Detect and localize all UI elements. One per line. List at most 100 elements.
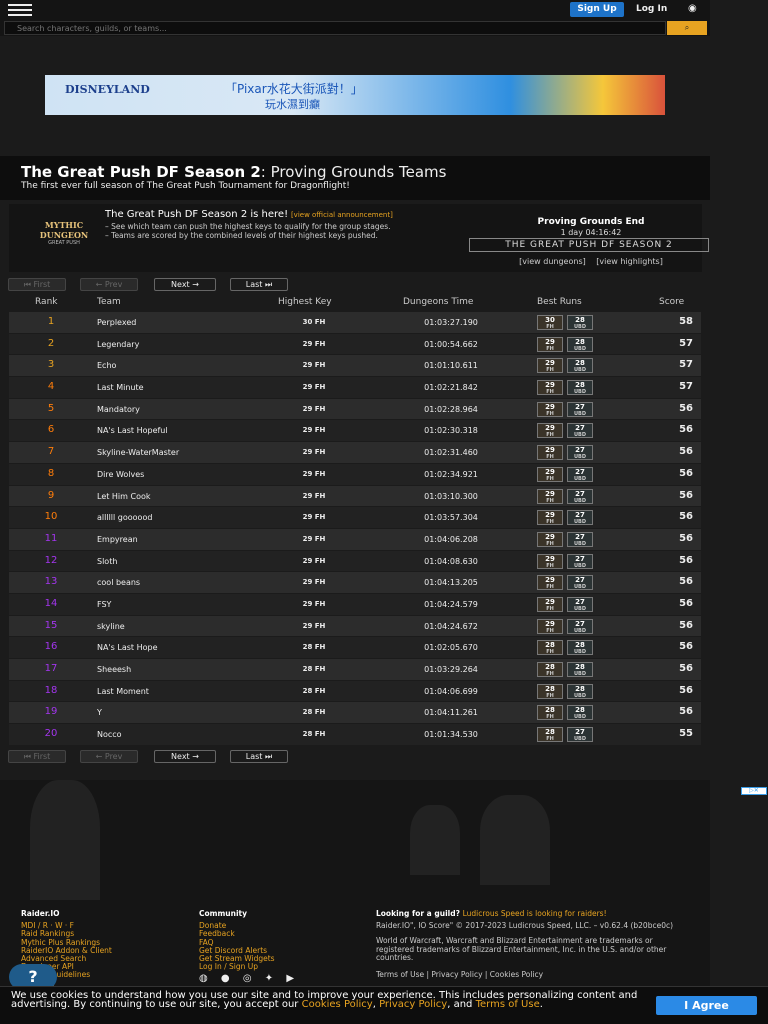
- table-row[interactable]: 14 FSY 29 FH 01:04:24.579 29 FH 27 UBD 56: [9, 593, 701, 616]
- table-row[interactable]: 17 Sheeesh 28 FH 01:03:29.264 28 FH 28 UBD 56: [9, 659, 701, 681]
- best-run-badge[interactable]: 28 UBD: [567, 662, 593, 677]
- best-run-badge[interactable]: 28 UBD: [567, 358, 593, 374]
- prev-page-button[interactable]: ← Prev: [80, 278, 138, 291]
- privacy-policy-link[interactable]: Privacy Policy: [379, 999, 447, 1010]
- row-team-link[interactable]: Last Moment: [97, 687, 149, 696]
- row-team-link[interactable]: skyline: [97, 622, 125, 631]
- table-row[interactable]: 18 Last Moment 28 FH 01:04:06.699 28 FH 28 UBD 5…: [9, 680, 701, 703]
- table-row[interactable]: 20 Nocco 28 FH 01:01:34.530 28 FH 27 UBD 55: [9, 724, 701, 746]
- great-push-season-button[interactable]: THE GREAT PUSH DF SEASON 2: [469, 238, 709, 252]
- cookies-policy-link[interactable]: Cookies Policy: [302, 999, 373, 1010]
- twitter-icon[interactable]: ✦: [265, 973, 273, 984]
- best-run-badge[interactable]: 27 UBD: [567, 596, 593, 612]
- best-run-badge[interactable]: 29 FH: [537, 336, 563, 352]
- legal-links[interactable]: Terms of Use | Privacy Policy | Cookies …: [376, 970, 681, 979]
- first-page-button[interactable]: ⏮ First: [8, 750, 66, 763]
- instagram-icon[interactable]: ◎: [243, 973, 252, 984]
- table-row[interactable]: 8 Dire Wolves 29 FH 01:02:34.921 29 FH 27 UBD 56: [9, 463, 701, 486]
- row-team-link[interactable]: Skyline-WaterMaster: [97, 448, 179, 457]
- best-run-badge[interactable]: 27 UBD: [567, 553, 593, 569]
- table-row[interactable]: 3 Echo 29 FH 01:01:10.611 29 FH 28 UBD 57: [9, 355, 701, 378]
- best-run-badge[interactable]: 27 UBD: [567, 531, 593, 547]
- terms-of-use-link[interactable]: Terms of Use: [476, 999, 540, 1010]
- agree-button[interactable]: I Agree: [656, 996, 757, 1015]
- table-row[interactable]: 4 Last Minute 29 FH 01:02:21.842 29 FH 28 UBD 57: [9, 377, 701, 399]
- next-page-button[interactable]: Next →: [154, 750, 216, 763]
- best-run-badge[interactable]: 27 UBD: [567, 510, 593, 526]
- search-input[interactable]: [4, 21, 666, 35]
- best-run-badge[interactable]: 29 FH: [537, 553, 563, 569]
- row-team-link[interactable]: Perplexed: [97, 318, 136, 327]
- best-run-badge[interactable]: 29 FH: [537, 488, 563, 504]
- best-run-badge[interactable]: 28 UBD: [567, 705, 593, 721]
- facebook-icon[interactable]: ●: [221, 973, 230, 984]
- best-run-badge[interactable]: 27 UBD: [567, 575, 593, 591]
- table-row[interactable]: 11 Empyrean 29 FH 01:04:06.208 29 FH 27 UBD 56: [9, 528, 701, 551]
- best-run-badge[interactable]: 28 FH: [537, 727, 563, 743]
- best-run-badge[interactable]: 27 UBD: [567, 445, 593, 461]
- best-run-badge[interactable]: 28 UBD: [567, 683, 593, 699]
- row-team-link[interactable]: cool beans: [97, 578, 140, 587]
- best-run-badge[interactable]: 29 FH: [537, 618, 563, 634]
- best-run-badge[interactable]: 27 UBD: [567, 488, 593, 504]
- view-highlights-link[interactable]: [view highlights]: [596, 257, 663, 266]
- globe-icon[interactable]: ◉: [688, 3, 697, 14]
- row-team-link[interactable]: Y: [97, 708, 102, 717]
- row-team-link[interactable]: Legendary: [97, 340, 139, 349]
- table-row[interactable]: 5 Mandatory 29 FH 01:02:28.964 29 FH 27 UBD 56: [9, 398, 701, 421]
- next-page-button[interactable]: Next →: [154, 278, 216, 291]
- best-run-badge[interactable]: 28 UBD: [567, 315, 593, 330]
- best-run-badge[interactable]: 28 UBD: [567, 640, 593, 656]
- table-row[interactable]: 13 cool beans 29 FH 01:04:13.205 29 FH 27 UBD 56: [9, 572, 701, 594]
- table-row[interactable]: 12 Sloth 29 FH 01:04:08.630 29 FH 27 UBD 56: [9, 550, 701, 573]
- row-team-link[interactable]: Sheeesh: [97, 665, 131, 674]
- guild-recruit-link[interactable]: Ludicrous Speed is looking for raiders!: [463, 909, 607, 918]
- last-page-button[interactable]: Last ⏭: [230, 750, 288, 763]
- row-team-link[interactable]: Dire Wolves: [97, 470, 144, 479]
- best-run-badge[interactable]: 29 FH: [537, 596, 563, 612]
- best-run-badge[interactable]: 29 FH: [537, 423, 563, 439]
- table-row[interactable]: 2 Legendary 29 FH 01:00:54.662 29 FH 28 UBD 57: [9, 333, 701, 356]
- table-row[interactable]: 10 allllll goooood 29 FH 01:03:57.304 29 FH 27…: [9, 507, 701, 529]
- row-team-link[interactable]: NA's Last Hopeful: [97, 426, 168, 435]
- best-run-badge[interactable]: 29 FH: [537, 445, 563, 461]
- footer-link[interactable]: Feedback: [199, 930, 359, 938]
- log-in-link[interactable]: Log In: [636, 4, 667, 14]
- prev-page-button[interactable]: ← Prev: [80, 750, 138, 763]
- discord-icon[interactable]: ◍: [199, 973, 208, 984]
- table-row[interactable]: 16 NA's Last Hope 28 FH 01:02:05.670 28 FH 28 U…: [9, 637, 701, 659]
- best-run-badge[interactable]: 29 FH: [537, 401, 563, 417]
- banner-ad[interactable]: DISNEYLAND 「Pixar水花大街派對！」 玩水濕到癲: [45, 75, 665, 115]
- best-run-badge[interactable]: 29 FH: [537, 358, 563, 374]
- sign-up-button[interactable]: Sign Up: [570, 2, 624, 17]
- row-team-link[interactable]: FSY: [97, 600, 111, 609]
- adchoices-icon[interactable]: ▷✕: [741, 787, 767, 795]
- best-run-badge[interactable]: 27 UBD: [567, 727, 593, 743]
- best-run-badge[interactable]: 28 FH: [537, 705, 563, 721]
- table-row[interactable]: 1 Perplexed 30 FH 01:03:27.190 30 FH 28 UBD 58: [9, 312, 701, 334]
- table-row[interactable]: 15 skyline 29 FH 01:04:24.672 29 FH 27 UBD 56: [9, 615, 701, 638]
- row-team-link[interactable]: allllll goooood: [97, 513, 152, 522]
- row-team-link[interactable]: NA's Last Hope: [97, 643, 157, 652]
- row-team-link[interactable]: Sloth: [97, 557, 117, 566]
- last-page-button[interactable]: Last ⏭: [230, 278, 288, 291]
- hamburger-menu-icon[interactable]: [8, 4, 32, 16]
- row-team-link[interactable]: Let Him Cook: [97, 492, 151, 501]
- footer-link[interactable]: Log In / Sign Up: [199, 963, 359, 971]
- best-run-badge[interactable]: 28 FH: [537, 640, 563, 656]
- best-run-badge[interactable]: 27 UBD: [567, 618, 593, 634]
- row-team-link[interactable]: Empyrean: [97, 535, 138, 544]
- best-run-badge[interactable]: 28 FH: [537, 662, 563, 677]
- table-row[interactable]: 6 NA's Last Hopeful 29 FH 01:02:30.318 29 FH 2…: [9, 420, 701, 443]
- best-run-badge[interactable]: 27 UBD: [567, 423, 593, 439]
- youtube-icon[interactable]: ▶: [286, 973, 294, 984]
- best-run-badge[interactable]: 29 FH: [537, 466, 563, 482]
- best-run-badge[interactable]: 27 UBD: [567, 466, 593, 482]
- best-run-badge[interactable]: 28 UBD: [567, 336, 593, 352]
- row-team-link[interactable]: Mandatory: [97, 405, 140, 414]
- announcement-link[interactable]: [view official announcement]: [291, 211, 393, 219]
- best-run-badge[interactable]: 29 FH: [537, 510, 563, 526]
- best-run-badge[interactable]: 27 UBD: [567, 401, 593, 417]
- best-run-badge[interactable]: 30 FH: [537, 315, 563, 330]
- table-row[interactable]: 7 Skyline-WaterMaster 29 FH 01:02:31.460 29 F…: [9, 442, 701, 464]
